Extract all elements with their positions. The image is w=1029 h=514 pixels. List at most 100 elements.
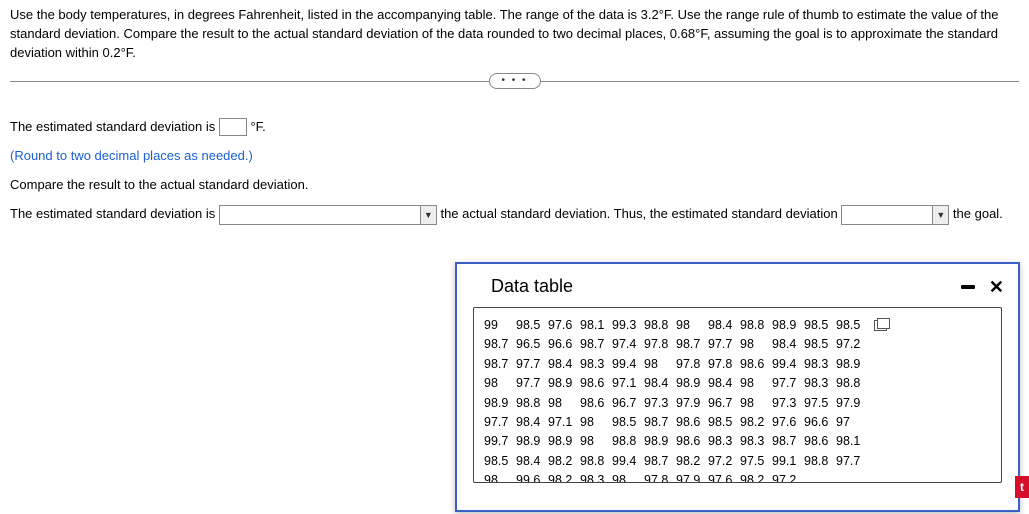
table-cell: 96.7 (708, 394, 740, 413)
table-cell: 98.5 (612, 413, 644, 432)
table-cell: 98.9 (676, 374, 708, 393)
table-cell: 98.8 (612, 432, 644, 451)
table-cell: 99.4 (612, 452, 644, 471)
table-cell: 98.2 (548, 471, 580, 483)
table-cell: 98.8 (804, 452, 836, 471)
table-cell: 97.7 (516, 355, 548, 374)
table-cell: 97.3 (644, 394, 676, 413)
table-cell: 98.6 (676, 432, 708, 451)
table-cell: 97.8 (708, 355, 740, 374)
table-cell: 97.6 (772, 413, 804, 432)
table-cell: 98.2 (548, 452, 580, 471)
table-cell: 98.6 (740, 355, 772, 374)
answer-line-3: The estimated standard deviation is ▼ th… (10, 200, 1019, 227)
table-cell: 97.7 (772, 374, 804, 393)
table-cell: 98.7 (644, 413, 676, 432)
table-cell: 96.5 (516, 335, 548, 354)
table-cell: 98.7 (580, 335, 612, 354)
copy-icon[interactable] (874, 320, 887, 331)
table-cell: 97.3 (772, 394, 804, 413)
chevron-down-icon[interactable]: ▼ (420, 206, 436, 224)
table-cell: 99.1 (772, 452, 804, 471)
answer-3-mid: the actual standard deviation. Thus, the… (437, 206, 841, 221)
table-cell: 98 (580, 413, 612, 432)
table-cell: 97.9 (676, 394, 708, 413)
std-dev-input[interactable] (219, 118, 247, 136)
table-cell: 98.9 (836, 355, 868, 374)
table-cell: 96.7 (612, 394, 644, 413)
table-row: 98.998.89898.696.797.397.996.79897.397.5… (484, 394, 991, 413)
table-cell: 98.5 (516, 316, 548, 335)
table-row: 9998.597.698.199.398.89898.498.898.998.5… (484, 316, 991, 335)
table-row: 99.798.998.99898.898.998.698.398.398.798… (484, 432, 991, 451)
table-cell: 98.4 (548, 355, 580, 374)
table-cell: 98.4 (644, 374, 676, 393)
dropdown-field[interactable] (842, 206, 932, 224)
close-icon[interactable]: ✕ (989, 278, 1004, 296)
table-cell: 98.8 (644, 316, 676, 335)
table-cell: 99.4 (612, 355, 644, 374)
table-cell: 98.5 (836, 316, 868, 335)
table-cell: 97.6 (708, 471, 740, 483)
minimize-icon[interactable] (961, 285, 975, 289)
table-cell: 98 (580, 432, 612, 451)
modal-title: Data table (491, 276, 573, 297)
table-cell: 97.7 (516, 374, 548, 393)
table-row: 98.796.596.698.797.497.898.797.79898.498… (484, 335, 991, 354)
chevron-down-icon[interactable]: ▼ (932, 206, 948, 224)
table-cell: 96.6 (548, 335, 580, 354)
table-cell: 98.1 (580, 316, 612, 335)
table-cell: 98.9 (548, 374, 580, 393)
table-cell: 98.4 (708, 316, 740, 335)
table-cell: 99.4 (772, 355, 804, 374)
table-cell: 97.8 (644, 471, 676, 483)
table-cell: 98.8 (516, 394, 548, 413)
table-cell: 98 (644, 355, 676, 374)
table-row: 9897.798.998.697.198.498.998.49897.798.3… (484, 374, 991, 393)
table-cell: 98.3 (804, 374, 836, 393)
rounding-hint: (Round to two decimal places as needed.) (10, 142, 1019, 169)
table-cell: 97 (836, 413, 868, 432)
table-cell: 98 (676, 316, 708, 335)
table-cell: 97.4 (612, 335, 644, 354)
answer-1-prefix: The estimated standard deviation is (10, 119, 219, 134)
comparison-dropdown[interactable]: ▼ (219, 205, 437, 225)
modal-header: Data table ✕ (457, 264, 1018, 307)
answer-1-suffix: F. (256, 119, 266, 134)
table-cell: 98.4 (772, 335, 804, 354)
table-cell: 98.6 (580, 394, 612, 413)
table-cell: 98.3 (740, 432, 772, 451)
table-cell: 99.7 (484, 432, 516, 451)
answer-3-prefix: The estimated standard deviation is (10, 206, 219, 221)
table-cell: 98.3 (580, 355, 612, 374)
expand-pill[interactable]: • • • (488, 73, 540, 89)
side-tab[interactable]: t (1015, 476, 1029, 498)
table-cell: 98.8 (580, 452, 612, 471)
table-cell: 98.4 (708, 374, 740, 393)
question-text: Use the body temperatures, in degrees Fa… (10, 6, 1019, 63)
table-row: 97.798.497.19898.598.798.698.598.297.696… (484, 413, 991, 432)
table-cell: 99 (484, 316, 516, 335)
table-cell: 98.4 (516, 452, 548, 471)
table-cell: 96.6 (804, 413, 836, 432)
table-cell: 98.6 (804, 432, 836, 451)
table-row: 98.797.798.498.399.49897.897.898.699.498… (484, 355, 991, 374)
goal-dropdown[interactable]: ▼ (841, 205, 949, 225)
table-cell: 98 (548, 394, 580, 413)
table-cell: 98 (612, 471, 644, 483)
table-cell: 97.9 (676, 471, 708, 483)
table-cell: 98.9 (484, 394, 516, 413)
table-cell: 98.3 (708, 432, 740, 451)
table-cell: 99.6 (516, 471, 548, 483)
table-cell: 97.5 (804, 394, 836, 413)
table-cell: 98.6 (580, 374, 612, 393)
q-part-4: F. (126, 45, 136, 60)
table-row: 98.598.498.298.899.498.798.297.297.599.1… (484, 452, 991, 471)
table-cell: 97.2 (836, 335, 868, 354)
table-cell: 97.8 (676, 355, 708, 374)
answer-3-suffix: the goal. (949, 206, 1003, 221)
table-cell: 98.2 (676, 452, 708, 471)
dropdown-field[interactable] (220, 206, 420, 224)
table-cell: 98.3 (804, 355, 836, 374)
table-cell: 98.9 (548, 432, 580, 451)
